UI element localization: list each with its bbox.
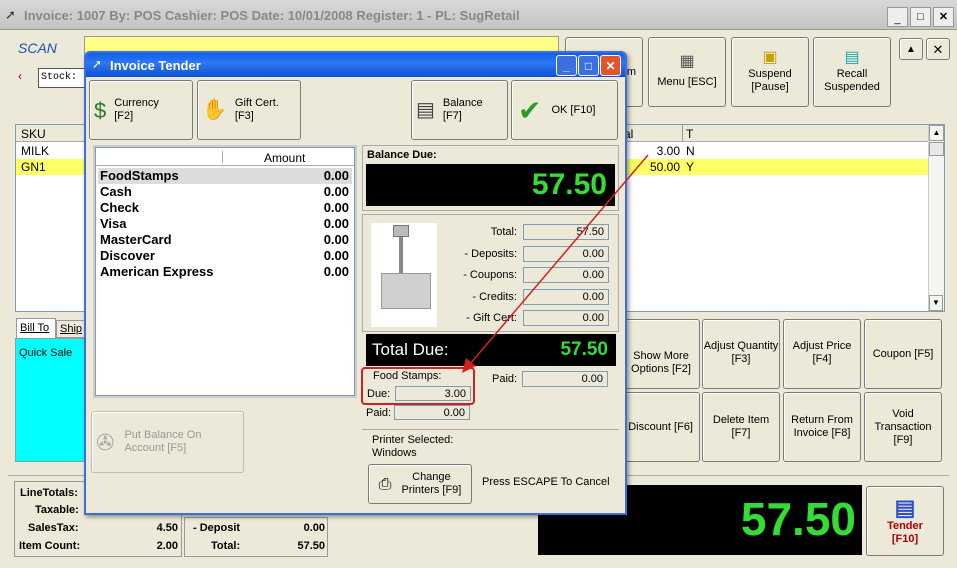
annotation-arrow bbox=[462, 154, 649, 373]
